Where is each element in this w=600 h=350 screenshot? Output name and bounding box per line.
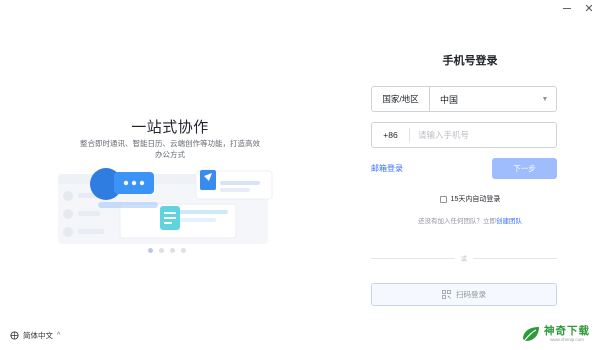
- watermark-title: 神奇下载: [544, 325, 590, 337]
- auto-login-option[interactable]: 15天内自动登录: [340, 194, 600, 204]
- watermark-url: www.shenqi.com: [550, 337, 584, 342]
- intro-title: 一站式协作: [131, 119, 209, 136]
- pager-dot[interactable]: [181, 248, 186, 253]
- divider-line: [473, 258, 558, 259]
- leaf-logo-icon: [523, 327, 539, 341]
- divider: 或: [371, 254, 558, 263]
- qr-code-icon: [442, 290, 451, 299]
- watermark: 神奇下载 www.shenqi.com: [521, 325, 590, 343]
- divider-line: [371, 258, 455, 259]
- divider-text: 或: [461, 257, 468, 263]
- collaboration-illustration: [58, 168, 273, 244]
- pager-dot[interactable]: [159, 248, 164, 253]
- carousel-pager: [148, 248, 186, 253]
- country-label: 国家/地区: [372, 87, 430, 111]
- create-team-row: 还没有加入任何团队？立即创建团队: [340, 215, 600, 225]
- team-prompt: 还没有加入任何团队？立即: [418, 218, 496, 225]
- chevron-down-icon: ▼: [541, 95, 549, 103]
- language-label: 简体中文: [23, 331, 53, 340]
- intro-panel: 一站式协作 整合即时通讯、智能日历、云端创作等功能，打造高效办公方式 简体中文 …: [0, 0, 340, 350]
- dial-code[interactable]: +86: [372, 128, 410, 142]
- login-panel: 手机号登录 国家/地区 中国 ▼ +86 邮箱登录 下一步 15天内自动登录 还…: [340, 0, 600, 350]
- country-select[interactable]: 国家/地区 中国 ▼: [371, 86, 557, 112]
- auto-login-label: 15天内自动登录: [450, 196, 501, 203]
- phone-input[interactable]: [410, 130, 556, 140]
- globe-icon: [10, 331, 19, 340]
- chevron-up-icon: ^: [57, 332, 61, 339]
- next-button[interactable]: 下一步: [492, 158, 557, 179]
- pager-dot[interactable]: [170, 248, 175, 253]
- qr-login-button[interactable]: 扫码登录: [371, 283, 557, 306]
- pager-dot[interactable]: [148, 248, 153, 253]
- create-team-link[interactable]: 创建团队: [496, 218, 522, 225]
- email-login-link[interactable]: 邮箱登录: [371, 163, 403, 174]
- qr-login-label: 扫码登录: [456, 290, 486, 299]
- watermark-text: 神奇下载 www.shenqi.com: [544, 325, 590, 343]
- auto-login-checkbox[interactable]: [439, 195, 447, 203]
- language-switcher[interactable]: 简体中文 ^: [10, 330, 60, 341]
- login-title: 手机号登录: [442, 55, 498, 67]
- intro-subtitle: 整合即时通讯、智能日历、云端创作等功能，打造高效办公方式: [80, 139, 260, 159]
- phone-field: +86: [371, 122, 557, 148]
- country-value: 中国: [440, 94, 459, 105]
